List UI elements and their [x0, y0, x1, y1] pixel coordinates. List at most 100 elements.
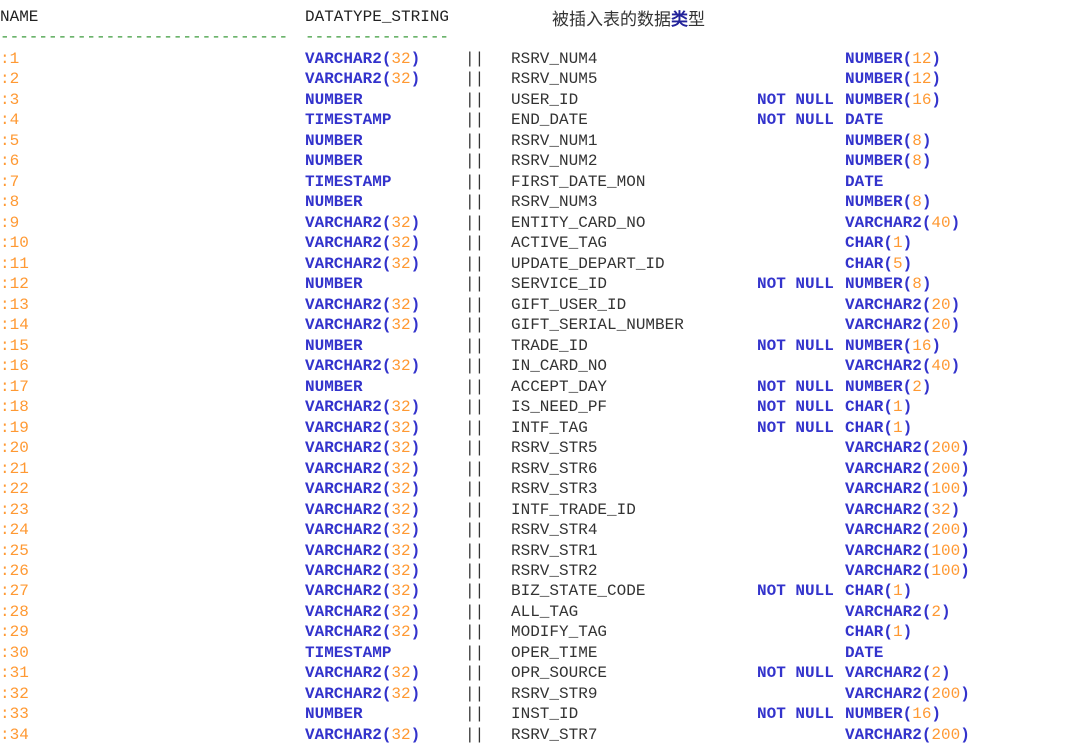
column-name: RSRV_STR6	[511, 459, 598, 478]
colon: :	[0, 234, 10, 253]
column-name: RSRV_STR1	[511, 541, 598, 560]
datatype-string: VARCHAR2(32)	[305, 439, 420, 457]
bind-name: :21	[0, 460, 29, 478]
type-name: DATE	[845, 111, 884, 130]
paren: (	[381, 521, 392, 540]
table-row: :20 VARCHAR2(32) || RSRV_STR5 VARCHAR2(200)	[0, 439, 1080, 459]
paren: )	[410, 500, 421, 519]
table-row: :31 VARCHAR2(32) || OPR_SOURCE NOT NULL VARCH…	[0, 664, 1080, 684]
paren: )	[931, 90, 942, 109]
table-row: :25 VARCHAR2(32) || RSRV_STR1 VARCHAR2(100)	[0, 542, 1080, 562]
bind-name: :3	[0, 91, 19, 109]
column-name: RSRV_STR5	[511, 439, 598, 458]
colon: :	[0, 316, 10, 335]
type-length: 32	[391, 316, 411, 335]
paren: )	[941, 602, 951, 621]
bind-index: 5	[9, 131, 20, 150]
type-name: CHAR	[845, 623, 884, 642]
type-name: VARCHAR2	[305, 50, 382, 68]
paren: )	[410, 316, 421, 335]
not-null-constraint: NOT NULL	[757, 664, 834, 683]
type-length: 32	[391, 623, 411, 642]
column-name: UPDATE_DEPART_ID	[511, 254, 665, 273]
column-type: NUMBER(12)	[845, 70, 941, 88]
type-length: 40	[931, 357, 951, 376]
column-name: RSRV_NUM4	[511, 50, 598, 68]
table-row: :26 VARCHAR2(32) || RSRV_STR2 VARCHAR2(100)	[0, 562, 1080, 582]
table-row: :34 VARCHAR2(32) || RSRV_STR7 VARCHAR2(200)	[0, 726, 1080, 746]
paren: )	[410, 664, 421, 683]
type-name: VARCHAR2	[845, 459, 922, 478]
bind-index: 17	[9, 377, 29, 396]
colon: :	[0, 582, 10, 601]
paren: )	[921, 193, 932, 212]
bind-index: 3	[9, 90, 20, 109]
paren: (	[381, 418, 392, 437]
type-name: TIMESTAMP	[305, 643, 392, 662]
column-name: OPER_TIME	[511, 643, 598, 662]
datatype-string: VARCHAR2(32)	[305, 664, 420, 682]
type-length: 32	[391, 70, 411, 89]
type-length: 32	[391, 500, 411, 519]
paren: (	[381, 582, 392, 601]
type-length: 1	[893, 623, 903, 642]
type-name: VARCHAR2	[845, 500, 922, 519]
paren: (	[921, 725, 932, 744]
paren: )	[410, 254, 421, 273]
colon: :	[0, 664, 10, 683]
type-length: 8	[912, 152, 922, 171]
colon: :	[0, 459, 10, 478]
paren: (	[921, 316, 932, 335]
bind-name: :30	[0, 644, 29, 662]
paren: )	[931, 705, 942, 724]
column-type: VARCHAR2(200)	[845, 685, 970, 703]
column-name: ALL_TAG	[511, 602, 579, 621]
type-length: 16	[912, 705, 932, 724]
type-length: 32	[391, 398, 411, 417]
type-length: 200	[931, 684, 961, 703]
name-underline: ------------------------------	[0, 28, 289, 46]
type-length: 8	[912, 193, 922, 212]
datatype-string: NUMBER	[305, 91, 363, 109]
datatype-string: NUMBER	[305, 132, 363, 150]
colon: :	[0, 541, 10, 560]
column-type: NUMBER(12)	[845, 50, 941, 68]
paren: (	[381, 70, 392, 89]
not-null-constraint: NOT NULL	[757, 111, 834, 130]
paren: )	[921, 152, 932, 171]
column-name: RSRV_STR2	[511, 562, 598, 580]
colon: :	[0, 684, 10, 703]
bind-name: :24	[0, 521, 29, 539]
datatype-string: VARCHAR2(32)	[305, 316, 420, 334]
datatype-string: VARCHAR2(32)	[305, 726, 420, 744]
bind-index: 15	[9, 336, 29, 355]
bind-name: :8	[0, 193, 19, 211]
datatype-header: DATATYPE_STRING	[305, 8, 450, 26]
paren: )	[960, 521, 970, 540]
bind-name: :31	[0, 664, 29, 682]
table-row: :21 VARCHAR2(32) || RSRV_STR6 VARCHAR2(200)	[0, 460, 1080, 480]
column-type: VARCHAR2(40)	[845, 357, 960, 375]
column-name: ACCEPT_DAY	[511, 377, 608, 396]
bind-name: :22	[0, 480, 29, 498]
table-row: :10 VARCHAR2(32) || ACTIVE_TAG CHAR(1)	[0, 234, 1080, 254]
type-name: NUMBER	[305, 131, 363, 150]
type-length: 32	[391, 418, 411, 437]
paren: )	[410, 418, 421, 437]
type-length: 32	[391, 295, 411, 314]
type-name: NUMBER	[305, 152, 363, 171]
column-type: DATE	[845, 111, 883, 129]
paren: )	[950, 213, 961, 232]
paren: )	[921, 131, 932, 150]
paren: )	[950, 295, 961, 314]
paren: )	[960, 459, 970, 478]
type-name: VARCHAR2	[845, 521, 922, 540]
datatype-string: VARCHAR2(32)	[305, 480, 420, 498]
column-type: NUMBER(8)	[845, 132, 931, 150]
paren: (	[902, 336, 913, 355]
bind-index: 10	[9, 234, 29, 253]
datatype-string: VARCHAR2(32)	[305, 398, 420, 416]
type-length: 40	[931, 213, 951, 232]
type-name: DATE	[845, 643, 884, 662]
column-type: NUMBER(8)	[845, 193, 931, 211]
